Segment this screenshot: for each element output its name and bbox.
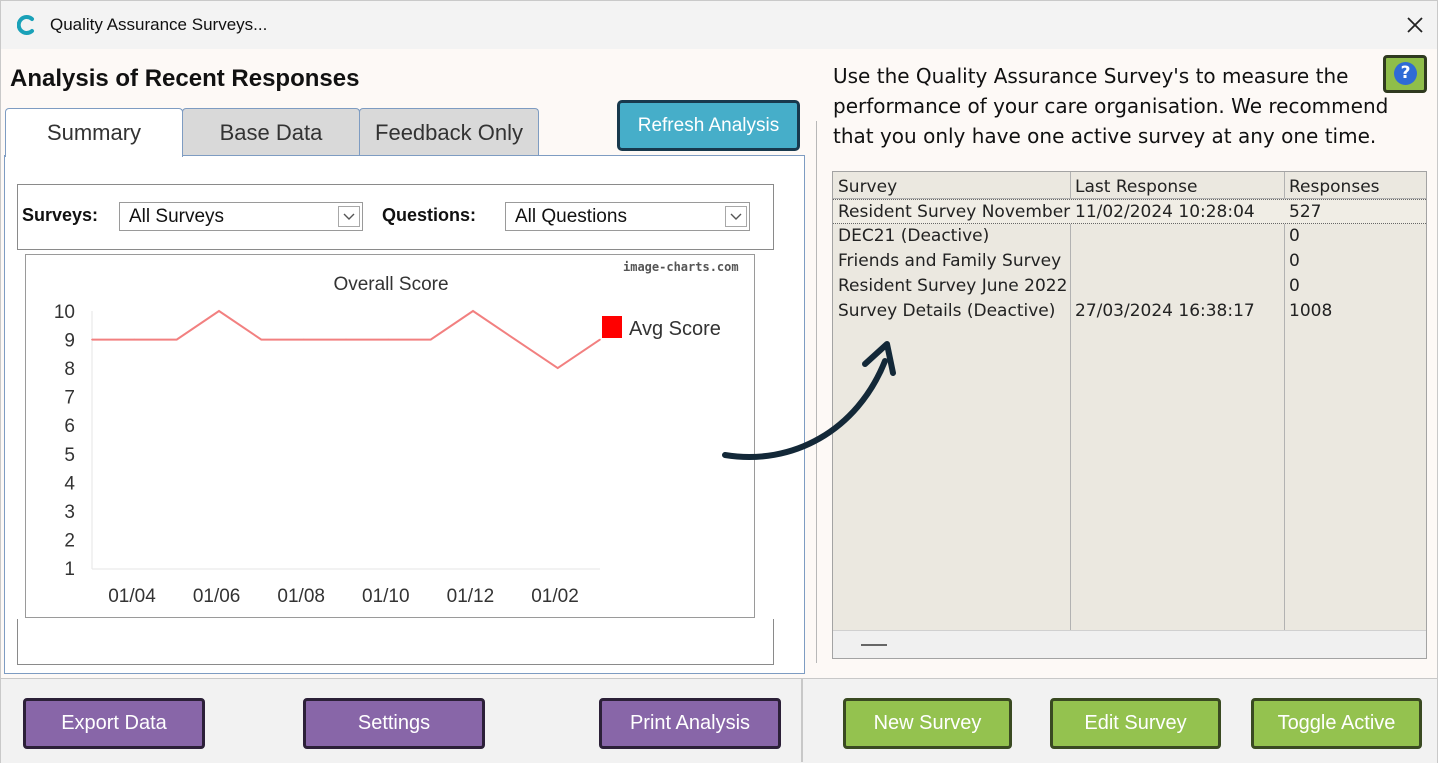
- surveys-table: Survey Last Response Responses Resident …: [832, 171, 1427, 659]
- x-tick-label: 01/04: [108, 586, 156, 607]
- table-row[interactable]: Friends and Family Survey 0: [833, 249, 1426, 274]
- y-tick-label: 4: [64, 473, 75, 494]
- y-tick-label: 8: [64, 359, 75, 380]
- data-point: [302, 338, 305, 341]
- edit-survey-button[interactable]: Edit Survey: [1050, 698, 1221, 749]
- y-tick-label: 7: [64, 388, 75, 409]
- column-header-last-response[interactable]: Last Response: [1075, 177, 1197, 197]
- column-header-survey[interactable]: Survey: [838, 177, 897, 197]
- y-tick-label: 2: [64, 530, 75, 551]
- x-tick-label: 01/02: [531, 586, 579, 607]
- questions-select-value: All Questions: [515, 206, 627, 227]
- surveys-select-value: All Surveys: [129, 206, 225, 227]
- chevron-down-icon[interactable]: [338, 206, 360, 227]
- x-tick-label: 01/10: [362, 586, 410, 607]
- data-point: [599, 338, 601, 341]
- data-point: [133, 338, 136, 341]
- cell-last-response: 11/02/2024 10:28:04: [1075, 202, 1255, 222]
- page-title: Analysis of Recent Responses: [10, 65, 360, 92]
- new-survey-button[interactable]: New Survey: [843, 698, 1012, 749]
- cell-responses: 527: [1289, 202, 1322, 222]
- x-tick-label: 01/08: [277, 586, 325, 607]
- table-row[interactable]: Resident Survey June 2022 0: [833, 274, 1426, 299]
- intro-text: Use the Quality Assurance Survey's to me…: [833, 64, 1389, 148]
- cell-last-response: 27/03/2024 16:38:17: [1075, 301, 1255, 321]
- data-point: [175, 338, 178, 341]
- export-data-button[interactable]: Export Data: [23, 698, 205, 749]
- data-point: [218, 310, 220, 312]
- cell-responses: 0: [1289, 251, 1300, 271]
- table-row[interactable]: Resident Survey November 11/02/2024 10:2…: [833, 199, 1426, 224]
- app-window: Quality Assurance Surveys... Analysis of…: [0, 0, 1438, 763]
- data-point: [260, 338, 263, 341]
- data-point: [345, 338, 347, 341]
- title-bar: Quality Assurance Surveys...: [1, 1, 1437, 49]
- print-analysis-button[interactable]: Print Analysis: [599, 698, 781, 749]
- data-point: [514, 338, 517, 341]
- y-tick-label: 9: [64, 331, 75, 352]
- cell-survey: Resident Survey June 2022: [838, 276, 1068, 296]
- refresh-analysis-button[interactable]: Refresh Analysis: [617, 100, 800, 151]
- column-header-responses[interactable]: Responses: [1289, 177, 1380, 197]
- y-tick-label: 10: [54, 302, 75, 323]
- data-point: [387, 338, 390, 341]
- footer-divider: [801, 678, 803, 762]
- chart-area-border: [17, 619, 774, 665]
- close-icon[interactable]: [1399, 9, 1431, 41]
- tab-base-data[interactable]: Base Data: [182, 108, 360, 156]
- overall-score-chart: image-charts.com Overall Score 1 2 3 4 5 6 7 8 9 10…: [25, 254, 755, 618]
- toggle-active-button[interactable]: Toggle Active: [1251, 698, 1422, 749]
- cell-survey: DEC21 (Deactive): [838, 226, 990, 246]
- x-tick-label: 01/06: [193, 586, 241, 607]
- cell-responses: 0: [1289, 226, 1300, 246]
- surveys-select[interactable]: All Surveys: [119, 202, 363, 231]
- questions-label: Questions:: [382, 205, 477, 225]
- cell-survey: Survey Details (Deactive): [838, 301, 1056, 321]
- x-tick-label: 01/12: [447, 586, 495, 607]
- y-tick-label: 6: [64, 416, 75, 437]
- y-tick-label: 3: [64, 502, 75, 523]
- cell-survey: Resident Survey November: [838, 202, 1071, 222]
- data-point: [556, 367, 559, 369]
- c-logo-icon: [17, 15, 34, 35]
- help-button[interactable]: ?: [1383, 55, 1427, 93]
- cell-responses: 0: [1289, 276, 1300, 296]
- chart-svg: image-charts.com Overall Score 1 2 3 4 5 6 7 8 9 10…: [54, 260, 739, 607]
- y-tick-label: 5: [64, 445, 75, 466]
- y-tick-label: 1: [64, 559, 75, 580]
- legend-label: Avg Score: [629, 318, 721, 340]
- horizontal-scrollbar[interactable]: [833, 630, 1426, 658]
- chart-title: Overall Score: [333, 274, 448, 295]
- help-icon: ?: [1394, 62, 1417, 85]
- chart-watermark: image-charts.com: [623, 260, 739, 274]
- tab-feedback-only[interactable]: Feedback Only: [359, 108, 539, 156]
- table-row[interactable]: Survey Details (Deactive) 27/03/2024 16:…: [833, 299, 1426, 324]
- questions-select[interactable]: All Questions: [505, 202, 750, 231]
- tab-summary[interactable]: Summary: [5, 108, 183, 157]
- legend-swatch: [602, 316, 622, 338]
- table-row[interactable]: DEC21 (Deactive) 0: [833, 224, 1426, 249]
- settings-button[interactable]: Settings: [303, 698, 485, 749]
- data-point: [91, 338, 93, 341]
- data-point: [429, 338, 432, 341]
- cell-survey: Friends and Family Survey: [838, 251, 1062, 271]
- curved-arrow-icon: [722, 341, 896, 460]
- surveys-label: Surveys:: [22, 205, 99, 225]
- scrollbar-thumb[interactable]: [861, 644, 887, 646]
- cell-responses: 1008: [1289, 301, 1333, 321]
- window-title: Quality Assurance Surveys...: [50, 15, 268, 34]
- chevron-down-icon[interactable]: [725, 206, 747, 227]
- data-point: [472, 310, 474, 312]
